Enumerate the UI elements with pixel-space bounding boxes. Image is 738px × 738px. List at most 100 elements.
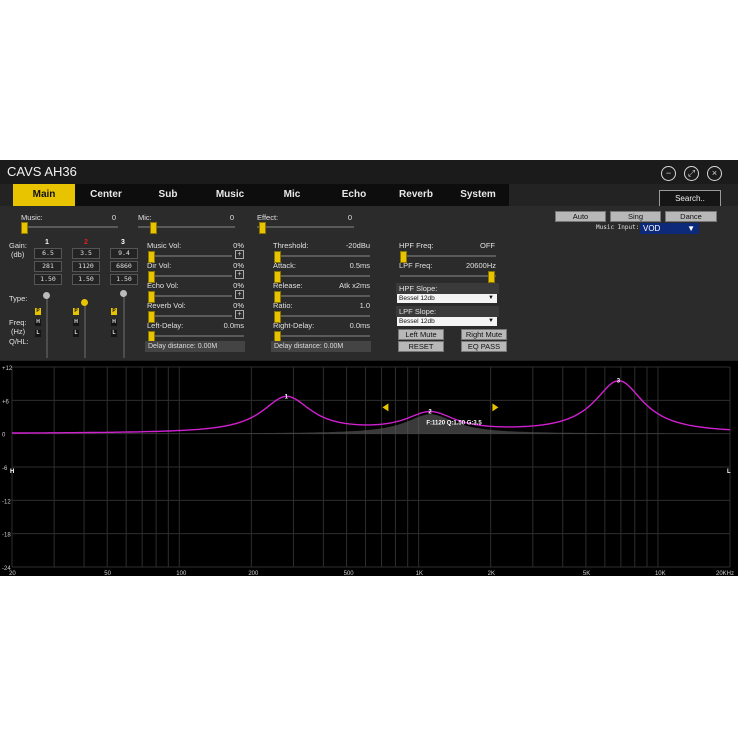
band-1-q[interactable]: 1.50 (34, 274, 62, 285)
band-1-freq[interactable]: 281 (34, 261, 62, 272)
echo-vol-plus-icon[interactable]: + (235, 290, 244, 299)
x-tick-label: 20 (9, 571, 16, 576)
freq-label: Freq: (9, 318, 27, 327)
band-3-type-l[interactable]: L (111, 330, 117, 337)
chevron-down-icon: ▼ (687, 224, 695, 233)
hpf-slope-select[interactable]: Bessel 12db ▼ (397, 294, 497, 303)
right-delay-value: 0.0ms (349, 321, 370, 330)
auto-button[interactable]: Auto (555, 211, 606, 222)
title-bar: CAVS AH36 − ⤢ × (0, 160, 738, 184)
band-2-q[interactable]: 1.50 (72, 274, 100, 285)
right-mute-button[interactable]: Right Mute (461, 329, 507, 340)
tab-system[interactable]: System (447, 184, 509, 206)
left-mute-button[interactable]: Left Mute (398, 329, 444, 340)
band-2-gain-slider[interactable] (84, 304, 86, 358)
left-delay-slider[interactable] (148, 331, 244, 343)
dir-vol-value: 0% (233, 261, 244, 270)
y-tick-label: 0 (2, 433, 6, 439)
release-slider[interactable] (274, 291, 370, 303)
tab-center[interactable]: Center (75, 184, 137, 206)
reset-button[interactable]: RESET (398, 341, 444, 352)
attack-slider[interactable] (274, 271, 370, 283)
band-1-type-h[interactable]: H (35, 319, 41, 326)
effect-value: 0 (347, 213, 352, 222)
mic-slider[interactable] (138, 222, 235, 234)
band-3-freq[interactable]: 6860 (110, 261, 138, 272)
hpf-freq-slider[interactable] (400, 251, 496, 263)
music-slider-knob[interactable] (21, 222, 28, 234)
dance-button[interactable]: Dance (665, 211, 717, 222)
minimize-icon[interactable]: − (661, 166, 676, 181)
band-1-number: 1 (45, 239, 49, 246)
ratio-value: 1.0 (359, 301, 370, 310)
tab-music[interactable]: Music (199, 184, 261, 206)
band-1-gain-slider[interactable] (46, 298, 48, 358)
tab-mic[interactable]: Mic (261, 184, 323, 206)
close-icon[interactable]: × (707, 166, 722, 181)
reverb-vol-label: Reverb Vol: (147, 301, 186, 310)
y-tick-label: +12 (2, 366, 13, 372)
tab-main[interactable]: Main (13, 184, 75, 206)
band-3-type-p[interactable]: P (111, 308, 117, 315)
maximize-icon[interactable]: ⤢ (684, 166, 699, 181)
music-vol-slider[interactable] (148, 251, 232, 263)
x-tick-label: 1K (416, 571, 423, 576)
hpf-marker: H (10, 469, 14, 475)
band-3-q[interactable]: 1.50 (110, 274, 138, 285)
music-label: Music: (21, 213, 43, 222)
eq-pass-button[interactable]: EQ PASS (461, 341, 507, 352)
search-button[interactable]: Search.. (659, 190, 721, 207)
eq-graph[interactable]: +12 +6 0 -6 -12 -18 -24 20 50 100 200 500 1K 2K 5K 10K 2… (0, 361, 738, 577)
band-2-type-h[interactable]: H (73, 319, 79, 326)
arrow-right-icon (492, 403, 499, 412)
y-tick-label: -6 (2, 466, 8, 472)
eq-response-chart[interactable]: +12+60-6-12-18-2420 50 100 200 500 1K 2K 5K 10K 2… (0, 361, 738, 577)
reverb-vol-slider[interactable] (148, 311, 232, 323)
band-2-gain-handle[interactable] (81, 299, 88, 306)
tab-reverb[interactable]: Reverb (385, 184, 447, 206)
music-slider[interactable] (21, 222, 118, 234)
band-2-gain[interactable]: 3.5 (72, 248, 100, 259)
x-tick-label: 200 (248, 571, 259, 576)
dir-vol-label: Dir Vol: (147, 261, 172, 270)
x-tick-label: 5K (583, 571, 590, 576)
band-1-type-p[interactable]: P (35, 308, 41, 315)
music-input-select[interactable]: VOD ▼ (640, 223, 699, 234)
music-vol-plus-icon[interactable]: + (235, 250, 244, 259)
tab-echo[interactable]: Echo (323, 184, 385, 206)
x-tick-label: 100 (176, 571, 187, 576)
band-2-type-p[interactable]: P (73, 308, 79, 315)
lpf-slope-select[interactable]: Bessel 12db ▼ (397, 317, 497, 326)
band-3-gain-slider[interactable] (123, 296, 125, 358)
reverb-vol-plus-icon[interactable]: + (235, 310, 244, 319)
band-3-gain[interactable]: 9.4 (110, 248, 138, 259)
right-delay-label: Right-Delay: (273, 321, 315, 330)
chevron-down-icon: ▼ (488, 295, 494, 301)
ratio-slider[interactable] (274, 311, 370, 323)
threshold-label: Threshold: (273, 241, 309, 250)
selected-band-area (12, 414, 730, 434)
band-2-type-l[interactable]: L (73, 330, 79, 337)
band-1-gain[interactable]: 6.5 (34, 248, 62, 259)
lpf-freq-value: 20600Hz (465, 261, 496, 270)
band-3-type-h[interactable]: H (111, 319, 117, 326)
lpf-freq-knob[interactable] (488, 271, 495, 283)
sing-button[interactable]: Sing (610, 211, 661, 222)
effect-slider[interactable] (257, 222, 354, 234)
effect-slider-knob[interactable] (259, 222, 266, 234)
band-1-gain-handle[interactable] (43, 292, 50, 299)
app-title: CAVS AH36 (7, 164, 77, 179)
music-input-value: VOD (643, 224, 661, 233)
dir-vol-plus-icon[interactable]: + (235, 270, 244, 279)
mic-slider-knob[interactable] (150, 222, 157, 234)
band-3-gain-handle[interactable] (120, 290, 127, 297)
lpf-freq-slider[interactable] (400, 271, 496, 283)
attack-label: Attack: (273, 261, 296, 270)
band-1-type-l[interactable]: L (35, 330, 41, 337)
dir-vol-slider[interactable] (148, 271, 232, 283)
band-2-freq[interactable]: 1120 (72, 261, 100, 272)
tab-sub[interactable]: Sub (137, 184, 199, 206)
threshold-slider[interactable] (274, 251, 370, 263)
echo-vol-slider[interactable] (148, 291, 232, 303)
right-delay-slider[interactable] (274, 331, 370, 343)
